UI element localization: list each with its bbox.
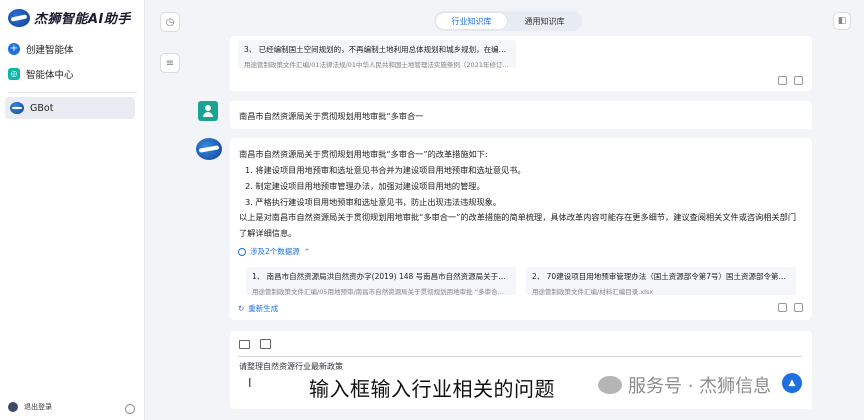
logo-mark-icon — [8, 8, 30, 27]
app-logo-text: 杰狮智能AI助手 — [34, 12, 131, 27]
tab-industry-kb[interactable]: 行业知识库 — [436, 13, 507, 29]
file-upload-icon[interactable] — [260, 339, 271, 349]
trash-icon[interactable] — [794, 303, 803, 312]
user-avatar-icon — [8, 402, 18, 412]
source-title: 2、 70建设项目用地预审管理办法（国土资源部令第7号）国土资源部令第7号4..… — [532, 272, 790, 281]
sidebar: 杰狮智能AI助手 + 创建智能体 ◎ 智能体中心 GBot 退出登录 — [0, 0, 145, 420]
sidebar-divider — [8, 92, 137, 93]
video-caption: 输入框输入行业相关的问题 — [309, 377, 555, 401]
sidebar-item-label: 智能体中心 — [26, 70, 74, 81]
history-button[interactable]: ◷ — [160, 12, 180, 32]
refresh-icon: ↻ — [238, 304, 245, 313]
regenerate-label: 重新生成 — [248, 304, 279, 313]
agent-hub-icon: ◎ — [8, 68, 20, 80]
bot-avatar — [196, 138, 222, 160]
sidebar-item-label: 创建智能体 — [26, 45, 74, 56]
sidebar-item-create-agent[interactable]: + 创建智能体 — [8, 42, 74, 56]
answer-summary: 了解详细信息。 — [239, 228, 297, 238]
source-title: 3、 已经编制国土空间规划的，不再编制土地利用总体规划和城乡规划，在编制... — [244, 45, 510, 54]
knowledge-base-tabs: 行业知识库 通用知识库 — [434, 11, 582, 31]
logout-label: 退出登录 — [24, 403, 52, 411]
send-button[interactable]: ▲ — [782, 373, 802, 393]
answer-point: 2. 制定建设项目用地预审管理办法，加强对建设项目用地的管理。 — [245, 181, 485, 191]
chat-input[interactable]: 请整理自然资源行业最新政策 — [239, 361, 343, 372]
user-avatar — [198, 101, 218, 121]
robot-icon[interactable]: ◧ — [833, 12, 851, 30]
source-path: 用途管制政策文件汇编/01法律法规/01中华人民共和国土地管理法实施条例（202… — [244, 61, 509, 69]
user-message-text: 南昌市自然资源局关于贯彻规划用地审批“多审合一 — [239, 111, 424, 121]
user-message-card: 南昌市自然资源局关于贯彻规划用地审批“多审合一 — [230, 101, 812, 129]
tab-general-kb[interactable]: 通用知识库 — [509, 13, 580, 29]
source-card[interactable]: 1、 南昌市自然资源局洪自然资办字(2019) 148 号南昌市自然资源局关于贯… — [246, 267, 516, 296]
document-icon: ≡ — [165, 57, 175, 69]
source-card[interactable]: 2、 70建设项目用地预审管理办法（国土资源部令第7号）国土资源部令第7号4..… — [526, 267, 796, 296]
source-path: 用途管制政策文件汇编/05用地预审/南昌市自然资源局关于贯彻规划用地审批 “多审… — [252, 288, 510, 296]
sources-toggle-label: 涉及2个数据源 — [250, 247, 300, 256]
answer-point: 1. 将建设项目用地预审和选址意见书合并为建设项目用地预审和选址意见书。 — [245, 165, 526, 175]
logout-button[interactable]: 退出登录 — [8, 402, 52, 412]
image-upload-icon[interactable] — [239, 340, 250, 349]
watermark: 服务号 · 杰狮信息 — [598, 372, 771, 398]
plus-icon: + — [8, 43, 20, 55]
copy-icon[interactable] — [778, 303, 787, 312]
notes-button[interactable]: ≡ — [160, 53, 180, 73]
answer-point: 3. 严格执行建设项目用地预审和选址意见书，防止出现违法违规现象。 — [245, 197, 502, 207]
sidebar-item-agent-center[interactable]: ◎ 智能体中心 — [8, 67, 74, 81]
wechat-icon — [598, 376, 622, 394]
settings-icon[interactable] — [125, 404, 135, 414]
gbot-logo-icon — [10, 102, 24, 114]
sources-toggle[interactable]: 涉及2个数据源 ⌃ — [238, 246, 310, 257]
answer-intro: 南昌市自然资源局关于贯彻规划用地审批“多审合一”的改革措施如下: — [239, 149, 488, 159]
previous-answer-card: 3、 已经编制国土空间规划的，不再编制土地利用总体规划和城乡规划，在编制... … — [230, 36, 812, 91]
chevron-up-icon: ⌃ — [303, 247, 311, 256]
source-path: 用途管制政策文件汇编/材料汇编目录.xlsx — [532, 288, 654, 296]
source-title: 1、 南昌市自然资源局洪自然资办字(2019) 148 号南昌市自然资源局关于贯… — [252, 272, 510, 281]
text-cursor-icon: I — [248, 376, 252, 390]
answer-summary: 以上是对南昌市自然资源局关于贯彻规划用地审批“多审合一”的改革措施的简单梳理，具… — [239, 212, 797, 222]
app-logo: 杰狮智能AI助手 — [8, 8, 131, 27]
copy-icon[interactable] — [778, 76, 787, 85]
clock-icon: ◷ — [165, 16, 175, 28]
check-circle-icon — [238, 247, 246, 256]
trash-icon[interactable] — [794, 76, 803, 85]
input-divider — [238, 356, 802, 357]
sidebar-item-gbot[interactable]: GBot — [5, 97, 135, 119]
source-card[interactable]: 3、 已经编制国土空间规划的，不再编制土地利用总体规划和城乡规划，在编制... … — [238, 40, 516, 69]
arrow-up-icon: ▲ — [788, 378, 796, 388]
sidebar-item-label: GBot — [30, 102, 54, 114]
regenerate-button[interactable]: ↻ 重新生成 — [238, 303, 278, 314]
watermark-text: 服务号 · 杰狮信息 — [628, 376, 772, 397]
